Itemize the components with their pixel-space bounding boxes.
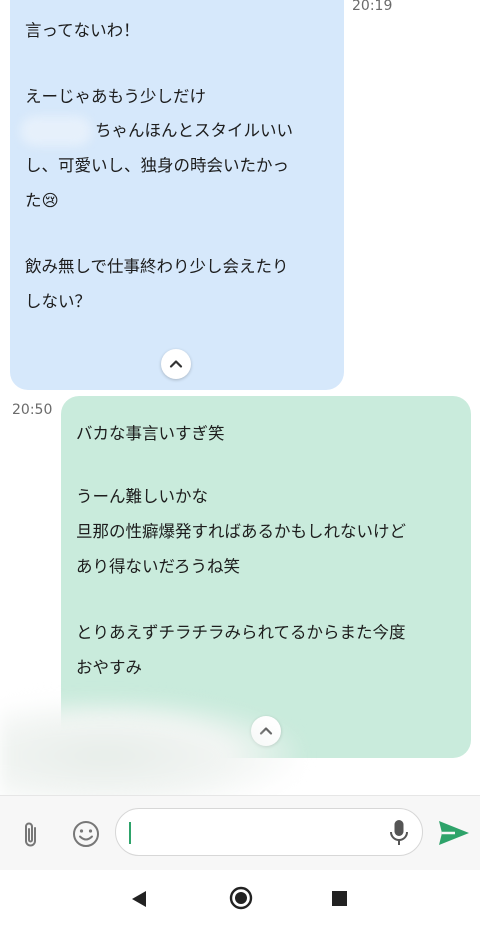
outgoing-message-line: とりあえずチラチラみられてるからまた今度 bbox=[76, 623, 406, 642]
redacted-area bbox=[0, 698, 300, 795]
incoming-message-line: し、可愛いし、独身の時会いたかっ bbox=[25, 156, 289, 175]
microphone-icon[interactable] bbox=[388, 818, 410, 848]
home-icon[interactable] bbox=[229, 886, 253, 910]
paperclip-icon[interactable] bbox=[18, 820, 44, 850]
back-icon[interactable] bbox=[130, 889, 148, 909]
message-input[interactable] bbox=[115, 808, 423, 856]
outgoing-message-line: うーん難しいかな bbox=[76, 487, 208, 506]
incoming-message-line: えーじゃあもう少しだけ bbox=[25, 87, 207, 106]
incoming-message-line: ちゃんほんとスタイルいい bbox=[95, 121, 293, 140]
incoming-message-line: 飲み無しで仕事終わり少し会えたり bbox=[25, 257, 289, 276]
incoming-message-line: た😢 bbox=[25, 191, 59, 210]
outgoing-message-line: バカな事言いすぎ笑 bbox=[76, 424, 225, 443]
outgoing-message-time: 20:50 bbox=[12, 402, 53, 418]
incoming-message-bubble bbox=[10, 0, 344, 390]
outgoing-message-line: 旦那の性癖爆発すればあるかもしれないけど bbox=[76, 522, 406, 541]
chevron-up-icon bbox=[169, 360, 183, 368]
smiley-icon[interactable] bbox=[70, 818, 102, 850]
outgoing-message-line: あり得ないだろうね笑 bbox=[76, 557, 241, 576]
incoming-message-time: 20:19 bbox=[352, 0, 393, 14]
incoming-collapse-button[interactable] bbox=[161, 349, 191, 379]
send-icon[interactable] bbox=[437, 818, 471, 848]
outgoing-message-line: おやすみ bbox=[76, 658, 142, 677]
chat-area: 20:19 言ってないわ！ えーじゃあもう少しだけ ちゃんほんとスタイルいい し… bbox=[0, 0, 480, 795]
redacted-name bbox=[20, 116, 92, 146]
incoming-message-line: しない？ bbox=[25, 292, 91, 311]
incoming-message-line: 言ってないわ！ bbox=[25, 21, 140, 40]
text-caret bbox=[129, 822, 131, 844]
recents-icon[interactable] bbox=[332, 891, 347, 906]
